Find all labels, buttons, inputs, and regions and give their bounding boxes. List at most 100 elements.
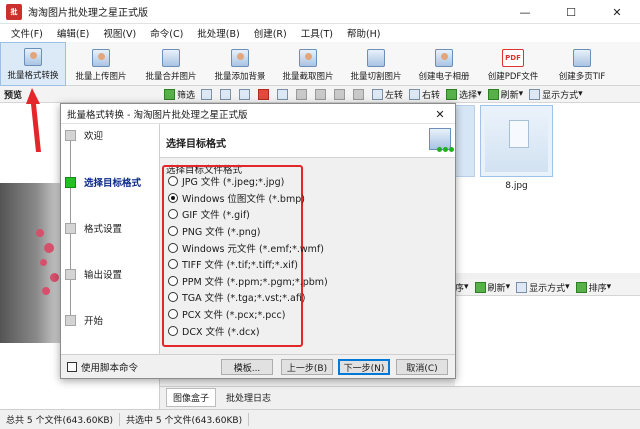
paste-icon [239,88,251,100]
thumbnail-image [485,110,548,172]
display-mode-button-2[interactable]: 显示方式 ▾ [516,281,570,294]
pdf-icon: PDF [502,49,524,67]
menu-create[interactable]: 创建(R) [247,26,294,40]
arrow-down-icon [334,88,346,100]
prev-button[interactable]: 上一步(B) [281,359,333,375]
refresh-icon [487,88,499,100]
batch-crop-button[interactable]: 批量截取图片 [274,42,342,86]
batch-format-convert-button[interactable]: 批量格式转换 [0,42,66,86]
view-button[interactable] [201,88,214,100]
file-thumbnail-selected[interactable] [480,105,553,177]
chevron-down-icon: ▾ [477,89,482,99]
batch-merge-button[interactable]: 批量合并图片 [136,42,206,86]
radio-button[interactable] [168,242,178,253]
menu-batch[interactable]: 批处理(B) [190,26,246,40]
radio-button[interactable] [168,259,178,270]
create-tif-button[interactable]: 创建多页TIF [548,42,616,86]
chevron-down-icon: ▾ [565,282,570,292]
step-marker-active [65,176,76,188]
radio-button[interactable] [168,325,178,336]
step-marker [65,129,76,141]
file-thumbnail[interactable] [453,105,475,177]
format-option-jpg[interactable]: JPG 文件 (*.jpeg;*.jpg) [168,173,301,190]
tab-batch-log[interactable]: 批处理日志 [220,389,277,406]
format-option-tga[interactable]: TGA 文件 (*.tga;*.vst;*.afi) [168,289,306,306]
annotation-arrow [26,88,41,152]
radio-button[interactable] [168,209,178,220]
format-option-ppm[interactable]: PPM 文件 (*.ppm;*.pgm;*.pbm) [168,273,328,290]
radio-button-checked[interactable] [168,192,178,203]
blossom-decoration [50,273,59,282]
display-mode-icon [516,281,528,293]
menu-file[interactable]: 文件(F) [4,26,50,40]
info-button[interactable] [277,88,290,100]
secondary-toolbar: 预览 筛选 左转 右转 选择 ▾ 刷新 ▾ 显示方式 ▾ [0,86,640,103]
menu-command[interactable]: 命令(C) [143,26,190,40]
preview-image [0,183,62,343]
sort-button[interactable]: 排序 ▾ [575,281,611,294]
filter-icon [164,88,175,100]
radio-button[interactable] [168,226,178,237]
close-button[interactable]: ✕ [594,0,640,24]
dialog-close-button[interactable]: ✕ [425,104,455,124]
rotate-left-button[interactable]: 左转 [372,88,403,101]
arrow-up-icon [315,88,327,100]
menu-edit[interactable]: 编辑(E) [50,26,96,40]
format-option-bmp[interactable]: Windows 位图文件 (*.bmp) [168,190,305,207]
batch-upload-button[interactable]: 批量上传图片 [66,42,136,86]
chevron-down-icon: ▾ [464,282,469,292]
arrow-top-icon [296,88,308,100]
minimize-button[interactable]: — [502,0,548,24]
menu-tools[interactable]: 工具(T) [294,26,340,40]
blossom-decoration [40,259,47,266]
move-top-button[interactable] [296,88,309,100]
step-welcome: 欢迎 [65,128,103,142]
cancel-button[interactable]: 取消(C) [396,359,448,375]
delete-button[interactable] [258,88,271,100]
select-icon [446,88,458,100]
bottom-tabs: 图像盒子 批处理日志 [160,386,640,408]
image-box-area [455,296,640,386]
move-up-button[interactable] [315,88,328,100]
blossom-decoration [36,229,44,237]
copy-button[interactable] [220,88,233,100]
batch-background-button[interactable]: 批量添加背景 [206,42,274,86]
format-option-dcx[interactable]: DCX 文件 (*.dcx) [168,322,301,339]
image-box-toolbar: 序 ▾ 刷新 ▾ 显示方式 ▾ 排序 ▾ [455,279,640,296]
tab-image-box[interactable]: 图像盒子 [166,388,217,407]
move-down-button[interactable] [334,88,347,100]
create-album-button[interactable]: 创建电子相册 [410,42,478,86]
format-option-gif[interactable]: GIF 文件 (*.gif) [168,206,301,223]
window-controls: — ☐ ✕ [502,0,640,24]
next-button[interactable]: 下一步(N) [338,359,390,375]
display-mode-button[interactable]: 显示方式 ▾ [529,88,583,101]
batch-cut-button[interactable]: 批量切割图片 [342,42,410,86]
dialog-title: 批量格式转换 - 淘淘图片批处理之星正式版 [67,109,248,121]
radio-button[interactable] [168,309,178,320]
create-pdf-button[interactable]: PDF 创建PDF文件 [478,42,548,86]
use-script-checkbox[interactable] [67,361,77,372]
radio-button[interactable] [168,275,178,286]
refresh-button[interactable]: 刷新 ▾ [487,88,523,101]
crop-icon [299,49,317,67]
rotate-right-button[interactable]: 右转 [409,88,440,101]
radio-button[interactable] [168,176,178,187]
format-option-tiff[interactable]: TIFF 文件 (*.tif;*.tiff;*.xif) [168,256,301,273]
menu-help[interactable]: 帮助(H) [340,26,388,40]
format-option-pcx[interactable]: PCX 文件 (*.pcx;*.pcc) [168,306,301,323]
format-option-emf[interactable]: Windows 元文件 (*.emf;*.wmf) [168,239,324,256]
filter-button[interactable]: 筛选 [164,88,195,101]
progress-dots [436,147,454,152]
menu-view[interactable]: 视图(V) [96,26,143,40]
move-bottom-button[interactable] [353,88,366,100]
format-option-png[interactable]: PNG 文件 (*.png) [168,223,301,240]
paste-button[interactable] [239,88,252,100]
template-button[interactable]: 模板... [221,359,273,375]
arrow-shape [26,88,41,152]
step-select-format: 选择目标格式 [65,175,141,189]
maximize-button[interactable]: ☐ [548,0,594,24]
menu-bar: 文件(F) 编辑(E) 视图(V) 命令(C) 批处理(B) 创建(R) 工具(… [0,24,640,42]
radio-button[interactable] [168,292,178,303]
refresh-button-2[interactable]: 刷新 ▾ [474,281,510,294]
select-button[interactable]: 选择 ▾ [446,88,482,101]
